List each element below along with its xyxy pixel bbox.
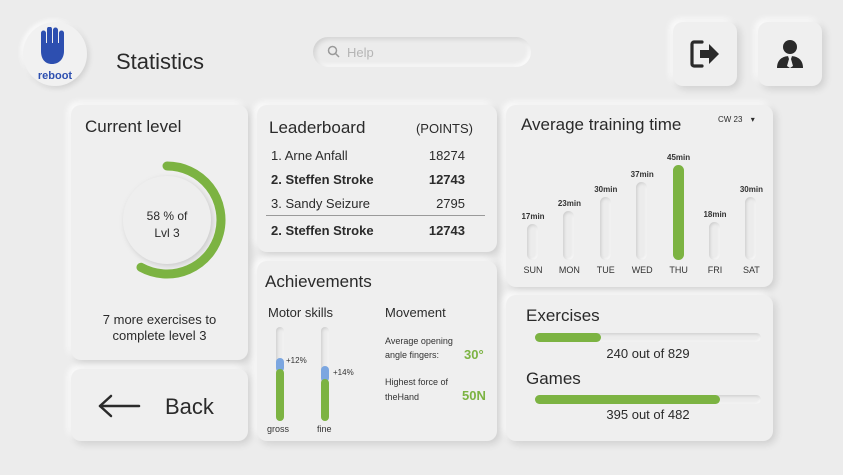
gross-delta: +12% bbox=[286, 356, 307, 365]
games-title: Games bbox=[526, 369, 581, 388]
training-bar-chart: 17min SUN 23min MON 30min TUE 37min WED 45min THU… bbox=[513, 105, 765, 287]
back-button[interactable]: Back bbox=[71, 369, 248, 441]
achievements-card: Achievements Motor skills +12% gross +14… bbox=[257, 261, 497, 441]
games-count: 395 out of 482 bbox=[606, 407, 690, 422]
training-bar-fill bbox=[636, 182, 647, 260]
current-level-card: Current level 58 % of Lvl 3 7 more exerc… bbox=[71, 105, 248, 360]
training-day-label: FRI bbox=[707, 265, 723, 275]
user-icon bbox=[777, 40, 803, 68]
highest-force-value: 50N bbox=[462, 388, 486, 403]
fine-label: fine bbox=[317, 424, 332, 434]
training-time-card: Average training time CW 23 ▾ 17min SUN 23… bbox=[506, 105, 773, 287]
training-bar bbox=[672, 165, 684, 260]
points-header: (POINTS) bbox=[415, 121, 473, 136]
training-day-label: SAT bbox=[742, 265, 760, 275]
opening-angle-line1: Average opening bbox=[385, 336, 453, 346]
logo-text: reboot bbox=[37, 70, 73, 82]
leaderboard-points: 18274 bbox=[428, 148, 465, 163]
training-bar-value: 37min bbox=[630, 169, 654, 179]
highest-force-line1: Highest force of bbox=[385, 377, 449, 387]
achievements-title: Achievements bbox=[265, 272, 372, 291]
training-bar-fill bbox=[527, 224, 538, 260]
opening-angle-value: 30° bbox=[464, 347, 484, 362]
highest-force-line2: theHand bbox=[385, 392, 420, 402]
games-progress-fill bbox=[535, 395, 721, 404]
training-bar bbox=[709, 222, 720, 260]
training-bar-fill bbox=[672, 165, 684, 260]
level-percent-text: 58 % of bbox=[146, 209, 188, 223]
current-level-title: Current level bbox=[85, 117, 182, 136]
training-bar-fill bbox=[709, 222, 720, 260]
exercises-count: 240 out of 829 bbox=[606, 346, 690, 361]
search-input[interactable] bbox=[347, 42, 517, 62]
gross-motor-bar bbox=[276, 327, 284, 421]
training-bar-value: 23min bbox=[557, 199, 581, 209]
fine-motor-bar bbox=[321, 327, 329, 421]
training-bar-value: 17min bbox=[521, 212, 545, 222]
search-bar[interactable] bbox=[313, 37, 531, 67]
training-bar bbox=[563, 211, 575, 260]
games-progress-bar bbox=[535, 395, 761, 404]
training-day-label: TUE bbox=[596, 265, 615, 275]
training-bar bbox=[527, 224, 538, 260]
movement-title: Movement bbox=[385, 305, 446, 320]
logout-button[interactable] bbox=[673, 22, 737, 86]
arrow-left-icon bbox=[98, 394, 141, 418]
training-bar-fill bbox=[563, 211, 574, 260]
level-remaining-line2: complete level 3 bbox=[112, 328, 207, 343]
progress-card: Exercises 240 out of 829 Games 395 out o… bbox=[506, 295, 773, 441]
leaderboard-title: Leaderboard bbox=[269, 118, 366, 137]
app-logo: reboot bbox=[23, 22, 87, 86]
fine-delta: +14% bbox=[333, 368, 354, 377]
profile-button[interactable] bbox=[758, 22, 822, 86]
training-bar-value: 30min bbox=[594, 184, 618, 194]
logout-icon bbox=[690, 40, 719, 68]
training-bar-fill bbox=[745, 197, 756, 260]
training-bar bbox=[745, 196, 757, 260]
training-bar-value: 45min bbox=[667, 153, 691, 162]
gross-label: gross bbox=[267, 424, 290, 434]
training-bar-value: 18min bbox=[703, 210, 727, 219]
level-remaining-line1: 7 more exercises to bbox=[102, 312, 217, 327]
gross-base-segment bbox=[276, 369, 284, 421]
leaderboard-name: 2. Steffen Stroke bbox=[271, 223, 374, 238]
training-day-label: THU bbox=[669, 265, 688, 275]
training-bar bbox=[599, 196, 611, 260]
fine-base-segment bbox=[321, 378, 329, 421]
motor-skills-title: Motor skills bbox=[268, 305, 334, 320]
page-title: Statistics bbox=[116, 49, 205, 74]
training-bar-fill bbox=[600, 197, 611, 260]
leaderboard-points: 2795 bbox=[436, 196, 465, 211]
training-day-label: SUN bbox=[523, 265, 543, 275]
hand-icon bbox=[41, 27, 64, 64]
leaderboard-points: 12743 bbox=[428, 223, 465, 238]
level-label-text: Lvl 3 bbox=[154, 226, 180, 240]
exercises-progress-bar bbox=[535, 333, 761, 342]
leaderboard-card: Leaderboard (POINTS) 1. Arne Anfall 1827… bbox=[257, 105, 497, 252]
training-day-label: MON bbox=[558, 265, 580, 275]
leaderboard-divider bbox=[266, 215, 485, 216]
training-day-label: WED bbox=[631, 265, 653, 275]
leaderboard-name: 2. Steffen Stroke bbox=[271, 172, 374, 187]
exercises-progress-fill bbox=[535, 333, 601, 342]
opening-angle-line2: angle fingers: bbox=[385, 350, 440, 360]
training-bar-value: 30min bbox=[739, 184, 763, 194]
training-bar bbox=[636, 181, 648, 260]
leaderboard-name: 1. Arne Anfall bbox=[271, 148, 348, 163]
search-icon bbox=[327, 45, 340, 58]
leaderboard-name: 3. Sandy Seizure bbox=[271, 196, 371, 211]
leaderboard-points: 12743 bbox=[428, 172, 465, 187]
exercises-title: Exercises bbox=[526, 306, 600, 325]
back-label: Back bbox=[165, 394, 214, 419]
